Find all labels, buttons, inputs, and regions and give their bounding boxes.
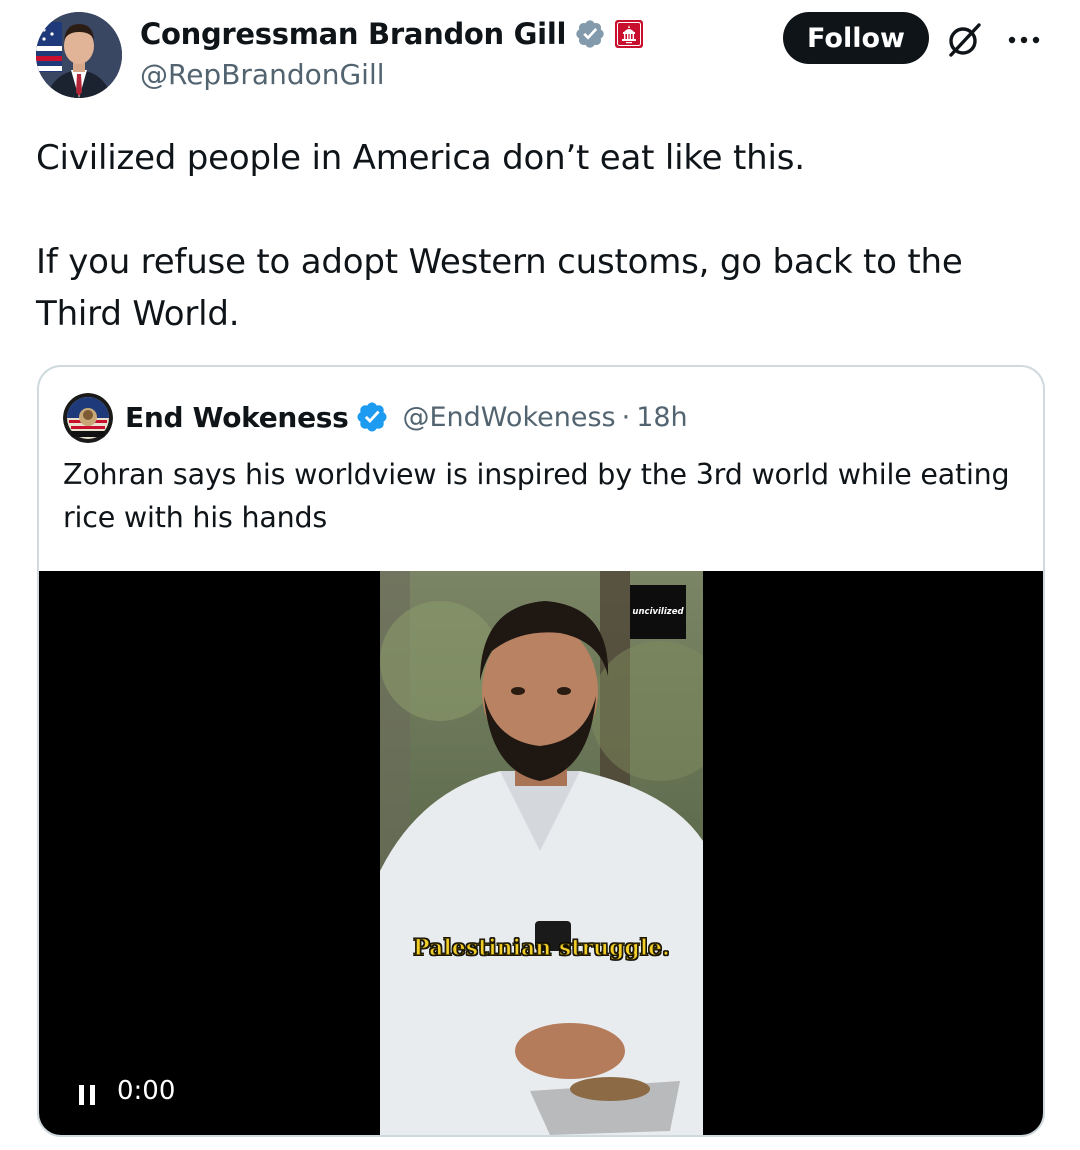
quoted-author-row: End Wokeness @EndWokeness · 18h xyxy=(125,397,688,437)
tweet-text: Civilized people in America don’t eat li… xyxy=(36,138,963,334)
quoted-author-handle[interactable]: @EndWokeness xyxy=(403,402,616,433)
brand-watermark-text: uncivilized xyxy=(632,607,684,617)
quoted-tweet-text: Zohran says his worldview is inspired by… xyxy=(63,458,1010,534)
verified-badge-icon xyxy=(355,400,389,434)
quoted-author-avatar[interactable] xyxy=(63,393,113,443)
capitol-affiliation-icon[interactable] xyxy=(614,19,644,49)
grok-icon[interactable] xyxy=(944,20,984,60)
pause-icon[interactable] xyxy=(77,1083,99,1107)
verified-badge-icon xyxy=(574,18,606,50)
quoted-author-avatar-image xyxy=(63,393,113,443)
more-dots-icon[interactable] xyxy=(1004,26,1044,54)
video-caption: Palestinian struggle. xyxy=(413,934,671,961)
author-name-row: Congressman Brandon Gill xyxy=(140,14,644,54)
brand-watermark: uncivilized xyxy=(630,585,686,639)
author-avatar-image xyxy=(36,12,122,98)
quoted-separator: · xyxy=(621,401,631,433)
quoted-author-display-name[interactable]: End Wokeness xyxy=(125,401,349,434)
author-display-name[interactable]: Congressman Brandon Gill xyxy=(140,17,566,51)
follow-button[interactable]: Follow xyxy=(783,12,929,64)
post: Congressman Brandon Gill @RepBrandonGill… xyxy=(0,0,1080,1150)
author-avatar[interactable] xyxy=(36,12,122,98)
video-timestamp: 0:00 xyxy=(117,1076,176,1106)
quoted-timestamp[interactable]: 18h xyxy=(636,402,687,433)
quoted-tweet-card[interactable]: End Wokeness @EndWokeness · 18h Zohran s… xyxy=(37,365,1045,1137)
video-player[interactable]: uncivilized Palestinian struggle. 0:00 xyxy=(39,571,1043,1135)
video-thumbnail-image xyxy=(380,571,703,1135)
video-frame: uncivilized Palestinian struggle. xyxy=(380,571,703,1135)
author-handle[interactable]: @RepBrandonGill xyxy=(140,58,385,91)
